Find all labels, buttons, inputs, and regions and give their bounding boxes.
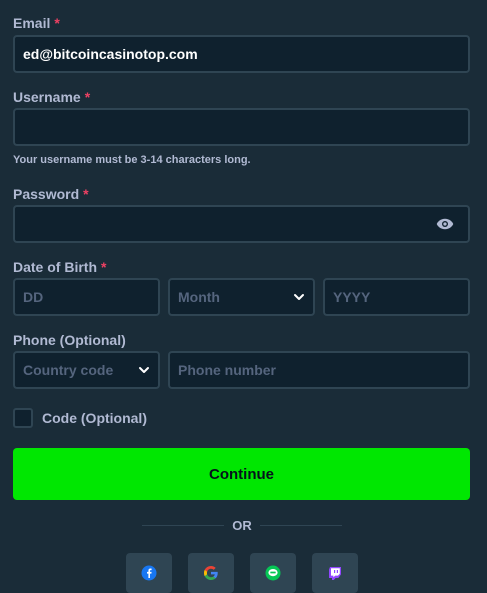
dob-label: Date of Birth * [13,259,107,275]
line-icon [265,565,281,581]
email-field[interactable]: ed@bitcoincasinotop.com [13,35,470,73]
username-field[interactable] [13,108,470,146]
code-checkbox[interactable] [13,408,33,428]
phone-number-field[interactable]: Phone number [168,351,470,389]
dob-year-field[interactable]: YYYY [323,278,470,316]
username-label: Username * [13,89,91,105]
google-icon [204,566,218,580]
dob-month-placeholder: Month [178,289,220,305]
line-button[interactable] [250,553,296,593]
phone-number-placeholder: Phone number [178,362,277,378]
chevron-down-icon [294,294,304,300]
phone-label: Phone (Optional) [13,332,126,348]
dob-day-placeholder: DD [23,289,44,305]
dob-month-select[interactable]: Month [168,278,315,316]
google-button[interactable] [188,553,234,593]
dob-year-placeholder: YYYY [333,289,371,305]
code-label[interactable]: Code (Optional) [42,410,147,426]
country-code-select[interactable]: Country code [13,351,160,389]
divider-right [260,525,342,526]
dob-day-field[interactable]: DD [13,278,160,316]
email-label: Email * [13,15,60,31]
facebook-button[interactable] [126,553,172,593]
or-label: OR [232,518,252,533]
continue-button[interactable]: Continue [13,448,470,500]
email-value: ed@bitcoincasinotop.com [23,46,198,62]
chevron-down-icon [139,367,149,373]
twitch-icon [329,567,341,580]
eye-icon[interactable] [436,217,454,231]
twitch-button[interactable] [312,553,358,593]
password-field[interactable] [13,205,470,243]
password-label: Password * [13,186,89,202]
username-hint: Your username must be 3-14 characters lo… [13,154,251,166]
country-code-placeholder: Country code [23,362,114,378]
facebook-icon [141,565,157,581]
divider-left [142,525,224,526]
